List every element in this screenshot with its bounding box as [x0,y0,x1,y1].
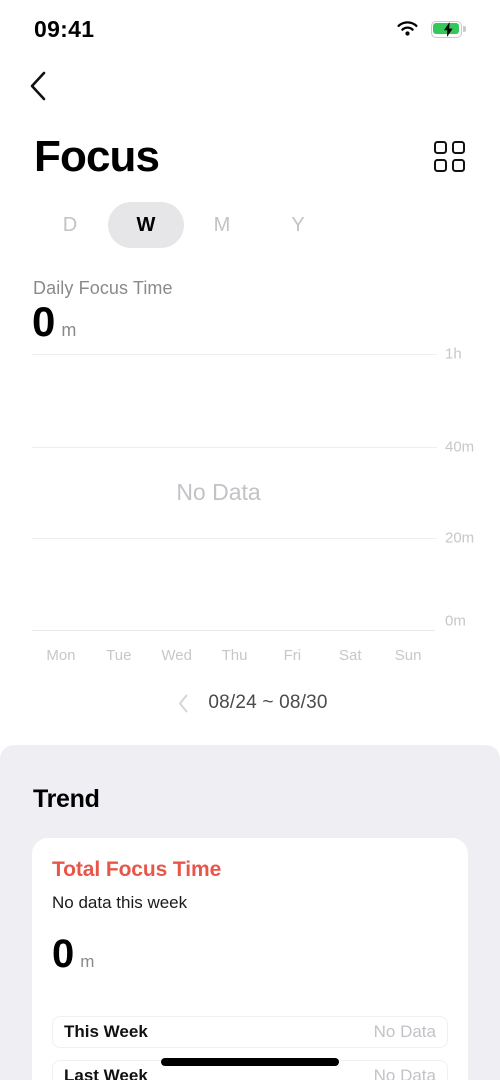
chevron-left-icon [178,694,188,712]
card-subtitle: No data this week [52,893,188,912]
ytick-label-40m: 40m [445,438,475,456]
status-indicators [395,20,466,38]
total-focus-time-card[interactable]: Total Focus Time No data this week 0 m T… [32,838,468,1080]
segment-day[interactable]: D [32,202,108,248]
card-stat: 0 m [52,933,94,975]
xtick-mon: Mon [46,646,76,664]
xtick-sun: Sun [394,646,422,664]
chart-empty-state: No Data [176,479,261,505]
xtick-fri: Fri [283,646,302,664]
row-label-last-week: Last Week [64,1066,148,1080]
title-row: Focus [0,126,500,188]
wifi-icon [397,21,418,36]
segment-month[interactable]: M [184,202,260,248]
xtick-sat: Sat [338,646,362,664]
trend-section: Trend Total Focus Time No data this week… [0,745,500,1080]
segment-year[interactable]: Y [260,202,336,248]
grid-cell [452,159,465,172]
card-unit: m [80,952,95,971]
back-button[interactable] [18,64,58,108]
gridline-1h [32,354,437,355]
previous-week-button[interactable] [172,690,194,716]
date-range-pager: 08/24 ~ 08/30 [0,686,500,720]
row-label-this-week: This Week [64,1022,148,1041]
page-title: Focus [34,132,160,181]
grid-view-icon[interactable] [434,141,466,173]
card-value: 0 [52,932,75,976]
focus-screen: 09:41 Focus D W M Y Daily Focus Time 0 m… [0,0,500,1080]
trend-heading: Trend [33,785,100,813]
date-range-label: 08/24 ~ 08/30 [208,692,328,713]
summary-number: 0 [32,298,56,345]
period-segmented-control[interactable]: D W M Y [32,202,392,248]
xtick-wed: Wed [161,646,192,664]
table-row[interactable]: This Week No Data [52,1016,448,1048]
segment-week[interactable]: W [108,202,184,248]
grid-cell [434,159,447,172]
chart-x-axis: Mon Tue Wed Thu Fri Sat Sun [32,640,437,670]
gridline-20m [32,538,437,539]
battery-charging-icon [431,20,466,38]
ytick-label-1h: 1h [445,345,462,363]
grid-cell [452,141,465,154]
row-value-this-week: No Data [373,1022,436,1041]
ytick-label-0m: 0m [445,612,466,630]
gridline-40m [32,447,437,448]
card-title: Total Focus Time [52,858,222,881]
ytick-label-20m: 20m [445,529,475,547]
chevron-left-icon [30,71,46,101]
grid-cell [434,141,447,154]
nav-bar [0,64,500,110]
summary-value: 0 m [32,298,77,345]
row-value-last-week: No Data [373,1066,436,1080]
home-indicator [161,1058,339,1066]
status-bar: 09:41 [0,0,500,58]
summary-label: Daily Focus Time [33,278,173,298]
xtick-tue: Tue [106,646,132,664]
status-time: 09:41 [34,15,95,42]
focus-chart: 1h 40m 20m 0m No Data [0,345,500,640]
gridline-0m [32,630,435,631]
lightning-bolt-icon [444,21,453,37]
summary-unit: m [61,320,77,340]
xtick-thu: Thu [221,646,248,664]
